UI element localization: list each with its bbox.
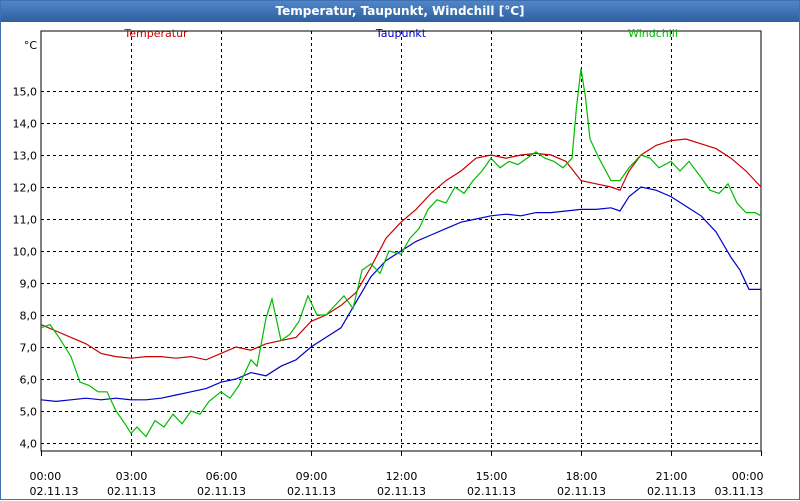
y-tick-label: 6,0 [20, 374, 38, 387]
y-tick-label: 5,0 [20, 406, 38, 419]
x-tick-time: 18:00 [566, 470, 598, 483]
y-tick-label: 13,0 [13, 150, 38, 163]
y-axis-label: °C [24, 39, 38, 52]
x-tick-time: 12:00 [386, 470, 418, 483]
x-tick-date: 02.11.13 [377, 485, 426, 498]
x-tick-time: 06:00 [206, 470, 238, 483]
legend-taupunkt: Taupunkt [375, 27, 427, 40]
x-tick-date: 02.11.13 [197, 485, 246, 498]
y-tick-label: 8,0 [20, 310, 38, 323]
y-tick-label: 9,0 [20, 278, 38, 291]
x-tick-time: 21:00 [656, 470, 688, 483]
x-tick-date: 02.11.13 [107, 485, 156, 498]
y-tick-label: 4,0 [20, 438, 38, 451]
x-tick-time: 03:00 [116, 470, 148, 483]
legend-temperatur: Temperatur [123, 27, 188, 40]
legend-windchill: Windchill [628, 27, 678, 40]
y-tick-label: 12,0 [13, 182, 38, 195]
x-tick-time: 09:00 [296, 470, 328, 483]
x-tick-time: 00:00 [30, 470, 62, 483]
x-tick-date: 02.11.13 [647, 485, 696, 498]
y-tick-label: 14,0 [13, 118, 38, 131]
x-tick-time: 15:00 [476, 470, 508, 483]
y-tick-label: 10,0 [13, 246, 38, 259]
chart-svg: 4,0 5,0 6,0 7,0 8,0 9,0 10,0 11,0 12,0 13,0 14,0 15… [13, 27, 764, 498]
y-tick-label: 7,0 [20, 342, 38, 355]
x-tick-date: 02.11.13 [557, 485, 606, 498]
x-tick-time: 00:00 [732, 470, 764, 483]
chart-window: Temperatur, Taupunkt, Windchill [°C] 4,0… [0, 0, 800, 500]
x-tick-date: 03.11.13 [715, 485, 764, 498]
y-tick-label: 11,0 [13, 214, 38, 227]
x-tick-date: 02.11.13 [287, 485, 336, 498]
x-tick-date: 02.11.13 [30, 485, 79, 498]
y-tick-label: 15,0 [13, 86, 38, 99]
x-tick-date: 02.11.13 [467, 485, 516, 498]
